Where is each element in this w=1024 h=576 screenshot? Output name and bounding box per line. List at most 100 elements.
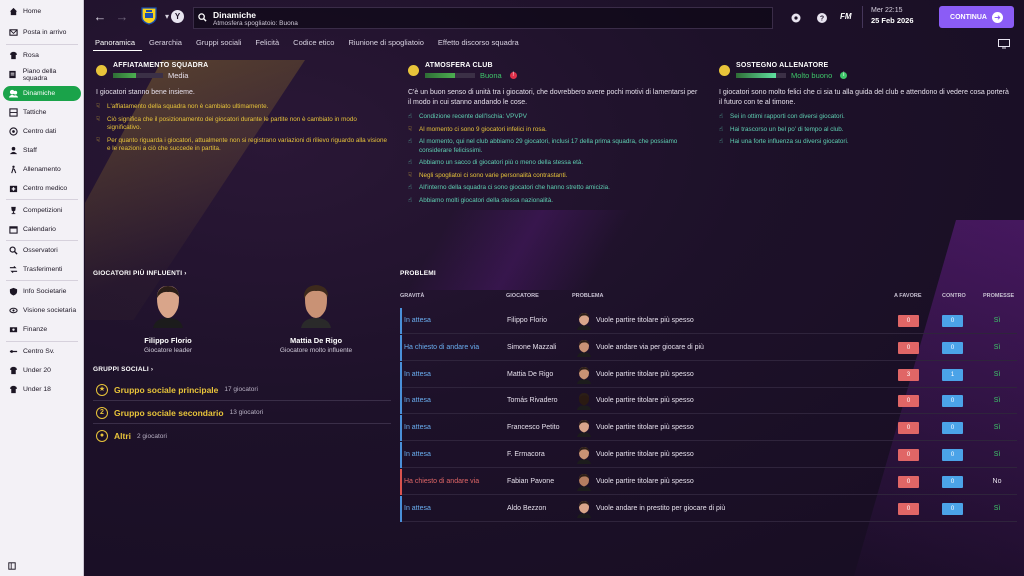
sidebar-item-under-18[interactable]: Under 18 xyxy=(3,382,81,397)
tab-code-of-conduct[interactable]: Codice etico xyxy=(286,38,341,51)
for-count-button[interactable]: 3 xyxy=(898,368,919,381)
transfer-icon xyxy=(8,265,18,275)
sidebar-item-dynamics[interactable]: Dinamiche xyxy=(3,86,81,101)
info-icon[interactable]: ! xyxy=(509,72,517,79)
player-name[interactable]: Tomás Rivadero xyxy=(507,397,558,404)
football-icon[interactable] xyxy=(790,12,802,24)
sidebar-item-finances[interactable]: Finanze xyxy=(3,322,81,337)
player-name[interactable]: Mattia De Rigo xyxy=(507,371,553,378)
sidebar-item-medical[interactable]: Centro medico xyxy=(3,181,81,196)
against-count-button[interactable]: 0 xyxy=(942,449,963,461)
continue-button[interactable]: CONTINUA ➜ xyxy=(939,6,1014,28)
column-header-severity[interactable]: GRAVITÀ xyxy=(400,293,424,299)
against-count-button[interactable]: 0 xyxy=(942,475,963,488)
tab-team-meeting[interactable]: Riunione di spogliatoio xyxy=(341,38,430,51)
info-icon[interactable]: i xyxy=(840,72,848,79)
column-header-player[interactable]: GIOCATORE xyxy=(506,293,539,299)
sidebar-item-scouting[interactable]: Osservatori xyxy=(3,243,81,258)
collapse-sidebar-icon[interactable] xyxy=(8,562,16,570)
against-count-button[interactable]: 0 xyxy=(942,341,963,354)
help-icon[interactable]: ? xyxy=(816,12,828,24)
sidebar-item-squad[interactable]: Rosa xyxy=(3,48,81,63)
sidebar-item-data-hub[interactable]: Centro dati xyxy=(3,124,81,139)
against-count-button[interactable]: 1 xyxy=(942,368,963,381)
player-photo xyxy=(577,313,591,330)
thumbs-up-icon: ☝ xyxy=(408,113,412,120)
column-header-against[interactable]: CONTRO xyxy=(942,293,966,299)
sidebar-item-tactics[interactable]: Tattiche xyxy=(3,105,81,120)
social-group-row[interactable]: ★ Gruppo sociale principale 17 giocatori xyxy=(93,379,391,401)
tab-happiness[interactable]: Felicità xyxy=(248,38,286,51)
sidebar-item-club-info[interactable]: Info Societarie xyxy=(3,284,81,299)
table-row[interactable]: In attesa F. Ermacora Vuole partire titola… xyxy=(400,442,1017,468)
influential-player-card[interactable]: Mattia De Rigo Giocatore molto influente xyxy=(261,284,371,354)
player-name[interactable]: Filippo Florio xyxy=(507,317,547,324)
for-count-button[interactable]: 0 xyxy=(898,475,919,488)
severity-bar xyxy=(400,468,402,495)
plan-icon xyxy=(8,70,18,80)
influential-player-card[interactable]: Filippo Florio Giocatore leader xyxy=(113,284,223,354)
table-row[interactable]: In attesa Mattia De Rigo Vuole partire tit… xyxy=(400,361,1017,388)
sidebar-item-transfers[interactable]: Trasferimenti xyxy=(3,262,81,277)
group-name: Altri xyxy=(114,431,131,441)
sidebar-item-staff[interactable]: Staff xyxy=(3,143,81,158)
player-name[interactable]: Francesco Petito xyxy=(507,424,560,431)
player-name[interactable]: Fabian Pavone xyxy=(507,478,554,485)
arrow-right-icon: ➜ xyxy=(991,11,1003,23)
table-row[interactable]: In attesa Francesco Petito Vuole partire t… xyxy=(400,415,1017,442)
sidebar-item-training[interactable]: Allenamento xyxy=(3,162,81,177)
forward-arrow-icon[interactable]: → xyxy=(115,10,129,24)
against-count-button[interactable]: 0 xyxy=(942,422,963,435)
for-count-button[interactable]: 0 xyxy=(898,395,919,408)
tactics-icon xyxy=(8,108,18,118)
tab-overview[interactable]: Panoramica xyxy=(93,38,143,51)
club-badge-icon[interactable] xyxy=(141,7,157,25)
sidebar-item-club-vision[interactable]: Visione societaria xyxy=(3,303,81,318)
club-secondary-icon[interactable]: Y xyxy=(171,10,184,23)
social-group-row[interactable]: 2 Gruppo sociale secondario 13 giocatori xyxy=(93,402,391,424)
influential-players-header[interactable]: GIOCATORI PIÙ INFLUENTI › xyxy=(93,270,187,277)
table-row[interactable]: In attesa Aldo Bezzon Vuole andare in pres… xyxy=(400,495,1017,522)
player-name[interactable]: F. Ermacora xyxy=(507,451,545,458)
table-row[interactable]: In attesa Filippo Florio Vuole partire tit… xyxy=(400,308,1017,334)
against-count-button[interactable]: 0 xyxy=(942,315,963,327)
table-row[interactable]: Ha chiesto di andare via Fabian Pavone Vuo… xyxy=(400,468,1017,495)
sidebar-item-competitions[interactable]: Competizioni xyxy=(3,203,81,218)
atmosphere-panel: ATMOSFERA CLUB Buona ! C'è un buon senso… xyxy=(408,62,700,209)
sidebar-item-inbox[interactable]: Posta in arrivo xyxy=(3,25,81,40)
table-row[interactable]: In attesa Tomás Rivadero Vuole partire tit… xyxy=(400,388,1017,415)
for-count-button[interactable]: 0 xyxy=(898,341,919,354)
against-count-button[interactable]: 0 xyxy=(942,395,963,408)
column-header-promises[interactable]: PROMESSE xyxy=(983,293,1014,299)
fm-logo[interactable]: FM xyxy=(840,12,852,21)
sidebar-item-label: Calendario xyxy=(23,226,56,233)
sidebar-item-home[interactable]: Home xyxy=(3,4,81,19)
sidebar-item-calendar[interactable]: Calendario xyxy=(3,222,81,237)
tab-social-groups[interactable]: Gruppi sociali xyxy=(189,38,248,51)
for-count-button[interactable]: 0 xyxy=(898,502,919,515)
promise-status: Sì xyxy=(993,370,1001,378)
sidebar-item-under-20[interactable]: Under 20 xyxy=(3,363,81,378)
monitor-icon[interactable] xyxy=(998,39,1010,49)
column-header-for[interactable]: A FAVORE xyxy=(894,293,922,299)
tab-hierarchy[interactable]: Gerarchia xyxy=(142,38,189,51)
for-count-button[interactable]: 0 xyxy=(898,315,919,327)
player-photo xyxy=(153,286,183,328)
search-box[interactable]: Dinamiche Atmosfera spogliatoio: Buona xyxy=(193,7,773,29)
back-arrow-icon[interactable]: ← xyxy=(93,10,107,24)
player-name[interactable]: Simone Mazzali xyxy=(507,344,556,351)
club-info-icon xyxy=(8,287,18,297)
player-name[interactable]: Aldo Bezzon xyxy=(507,505,546,512)
tab-team-talk-effect[interactable]: Effetto discorso squadra xyxy=(431,38,526,51)
against-count-button[interactable]: 0 xyxy=(942,502,963,515)
sidebar-item-development[interactable]: Centro Sv. xyxy=(3,344,81,359)
player-role: Giocatore leader xyxy=(143,347,193,354)
column-header-problem[interactable]: PROBLEMA xyxy=(572,293,603,299)
social-groups-header[interactable]: GRUPPI SOCIALI › xyxy=(93,366,153,373)
social-group-row[interactable]: ● Altri 2 giocatori xyxy=(93,425,391,447)
sidebar-item-squad-plan[interactable]: Piano della squadra xyxy=(3,67,81,82)
promise-status: Sì xyxy=(993,397,1001,405)
for-count-button[interactable]: 0 xyxy=(898,422,919,435)
for-count-button[interactable]: 0 xyxy=(898,449,919,461)
table-row[interactable]: Ha chiesto di andare via Simone Mazzali Vu… xyxy=(400,334,1017,361)
